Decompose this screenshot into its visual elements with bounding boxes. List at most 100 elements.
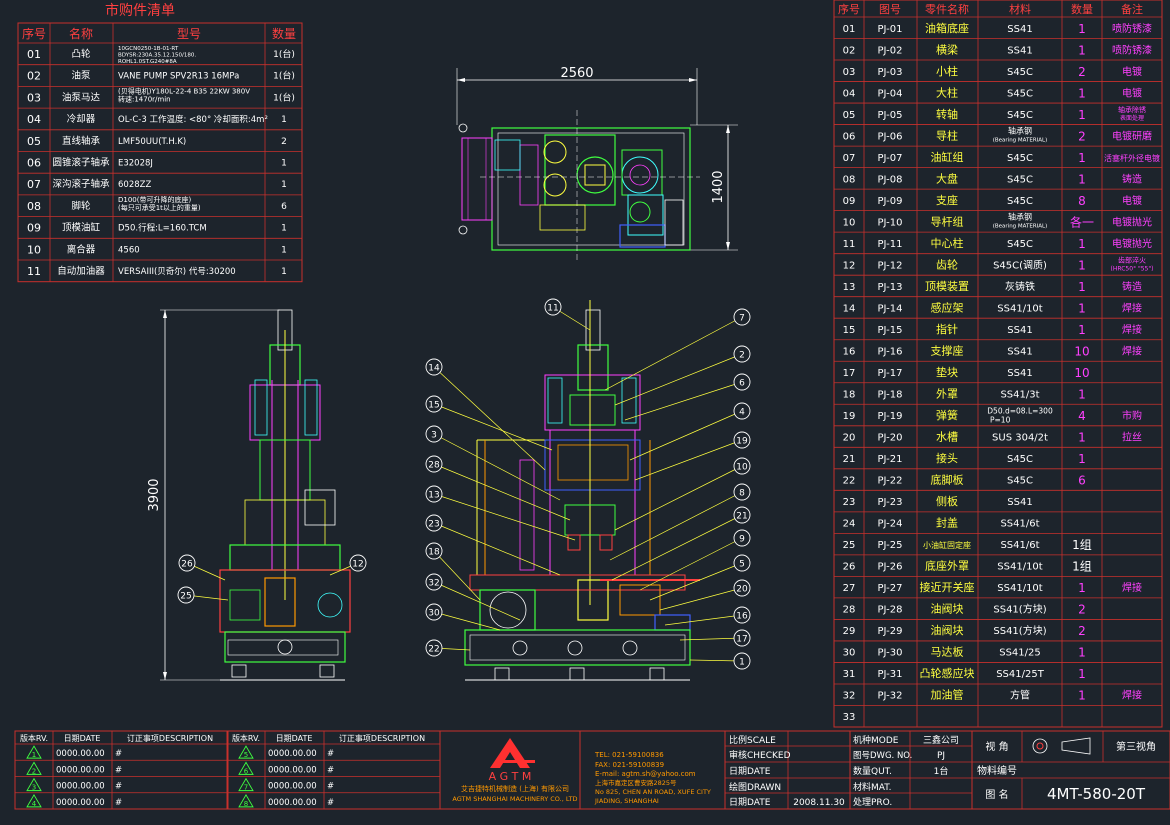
parts-name: 中心柱: [931, 236, 964, 250]
parts-note: 焊接: [1122, 344, 1142, 357]
dim-width: 2560: [560, 66, 593, 81]
parts-code: PJ-10: [878, 217, 903, 228]
parts-name: 导杆组: [931, 214, 964, 228]
parts-qty: 1: [1078, 151, 1086, 165]
parts-code: PJ-23: [878, 497, 903, 508]
parts-no: 30: [843, 648, 856, 659]
company-name-cn: 艾吉捷特机械制造 (上海) 有限公司: [461, 784, 569, 793]
parts-mat: 方管: [1010, 689, 1030, 702]
parts-mat: SS41/10t: [997, 583, 1043, 594]
balloon-number: 8: [739, 489, 745, 499]
rev-date: 0000.00.00: [56, 765, 105, 775]
purchased-header-cell: 数量: [272, 26, 296, 41]
parts-mat: SS41: [1007, 45, 1032, 56]
rev-header-cell: 日期DATE: [276, 734, 313, 743]
parts-name: 油阀块: [931, 623, 964, 637]
parts-qty: 1: [1078, 258, 1086, 272]
parts-no: 26: [843, 562, 856, 573]
parts-qty: 1组: [1072, 560, 1092, 574]
balloon-number: 21: [736, 512, 747, 522]
rev-header-cell: 订正事项DESCRIPTION: [127, 733, 213, 743]
parts-mat: 灰铸铁: [1005, 280, 1035, 293]
purchased-model: D100(带可升降的底座): [118, 195, 191, 204]
parts-mat: 轴承钢: [1008, 212, 1032, 222]
parts-name: 加油管: [931, 688, 964, 702]
parts-no: 09: [843, 196, 856, 207]
purchased-no: 01: [27, 48, 41, 61]
rev-no: 5: [244, 751, 248, 759]
parts-no: 17: [843, 368, 856, 379]
parts-no: 15: [843, 325, 856, 336]
purchased-no: 09: [27, 222, 41, 235]
rev-date: 0000.00.00: [268, 765, 317, 775]
parts-qty: 1: [1078, 43, 1086, 57]
balloon-number: 1: [739, 658, 745, 668]
parts-qty: 2: [1078, 65, 1086, 79]
rev-no: 2: [32, 767, 36, 775]
purchased-name: 油泵: [71, 70, 91, 82]
parts-no: 25: [843, 540, 856, 551]
parts-header-cell: 数量: [1071, 3, 1093, 16]
parts-mat: SS41(方块): [993, 624, 1046, 637]
parts-no: 32: [843, 691, 856, 702]
parts-code: PJ-05: [878, 110, 903, 121]
parts-name: 转轴: [936, 107, 958, 121]
parts-mat: SS41/6t: [1000, 540, 1039, 551]
parts-name: 底座外罩: [925, 559, 969, 573]
parts-note: 电镀: [1122, 65, 1142, 78]
parts-no: 33: [843, 712, 856, 723]
drawing-name-label: 图 名: [985, 788, 1008, 801]
purchased-model: D50.行程:L=160.TCM: [118, 223, 207, 234]
parts-no: 31: [843, 669, 856, 680]
dwg-label: 图号DWG. NO.: [853, 751, 912, 761]
parts-mat: SS41: [1007, 24, 1032, 35]
parts-header-cell: 备注: [1121, 2, 1143, 16]
balloon-number: 20: [736, 585, 748, 595]
balloon-number: 30: [428, 609, 440, 619]
view-label: 视 角: [985, 740, 1008, 753]
company-addr-cn: 上海市嘉定区曹安路2825号: [595, 778, 677, 787]
parts-header-cell: 序号: [838, 2, 860, 16]
parts-no: 04: [843, 88, 856, 99]
parts-code: PJ-04: [878, 88, 903, 99]
purchased-no: 03: [27, 91, 41, 104]
parts-qty: 1: [1078, 280, 1086, 294]
parts-note: 齿部淬火: [1118, 256, 1146, 265]
balloon-number: 32: [428, 579, 439, 589]
balloon-number: 17: [736, 635, 747, 645]
parts-no: 14: [843, 303, 856, 314]
rev-no: 8: [244, 800, 248, 808]
parts-header-cell: 图号: [879, 3, 901, 16]
parts-mat: S45C: [1007, 67, 1033, 78]
parts-mat: S45C: [1007, 476, 1033, 487]
parts-qty: 1组: [1072, 538, 1092, 552]
parts-qty: 1: [1078, 667, 1086, 681]
purchased-qty: 1: [281, 224, 287, 234]
balloon-number: 12: [352, 560, 363, 570]
parts-code: PJ-18: [878, 390, 903, 401]
parts-name: 指针: [936, 322, 958, 336]
company-tel: TEL: 021-59100836: [594, 751, 664, 759]
pro-label: 处理PRO.: [853, 796, 892, 808]
purchased-model: 10GCN0250-1B-01-RT: [118, 46, 179, 52]
parts-no: 18: [843, 390, 856, 401]
parts-note: 焊接: [1122, 689, 1142, 702]
company-fax: FAX: 021-59100839: [595, 761, 664, 769]
parts-mat: (Bearing MATERIAL): [993, 138, 1048, 144]
purchased-model: (贝得电机)Y180L-22-4 B35 22KW 380V: [118, 86, 250, 95]
purchased-qty: 1(台): [273, 91, 295, 103]
parts-note: 焊接: [1122, 581, 1142, 594]
parts-mat: SS41/3t: [1000, 390, 1039, 401]
parts-code: PJ-32: [878, 691, 903, 702]
balloon-number: 9: [739, 535, 745, 545]
purchased-model: E32028J: [118, 159, 153, 169]
purchased-no: 02: [27, 70, 41, 83]
parts-note: 电镀抛光: [1112, 237, 1152, 250]
purchased-name: 深沟滚子轴承: [52, 178, 110, 190]
parts-qty: 各一: [1070, 214, 1094, 229]
parts-mat: SS41/25T: [996, 669, 1045, 680]
rev-date: 0000.00.00: [268, 798, 317, 808]
parts-mat: SS41/25: [999, 648, 1041, 659]
parts-no: 11: [843, 239, 856, 250]
purchased-no: 10: [27, 243, 41, 256]
